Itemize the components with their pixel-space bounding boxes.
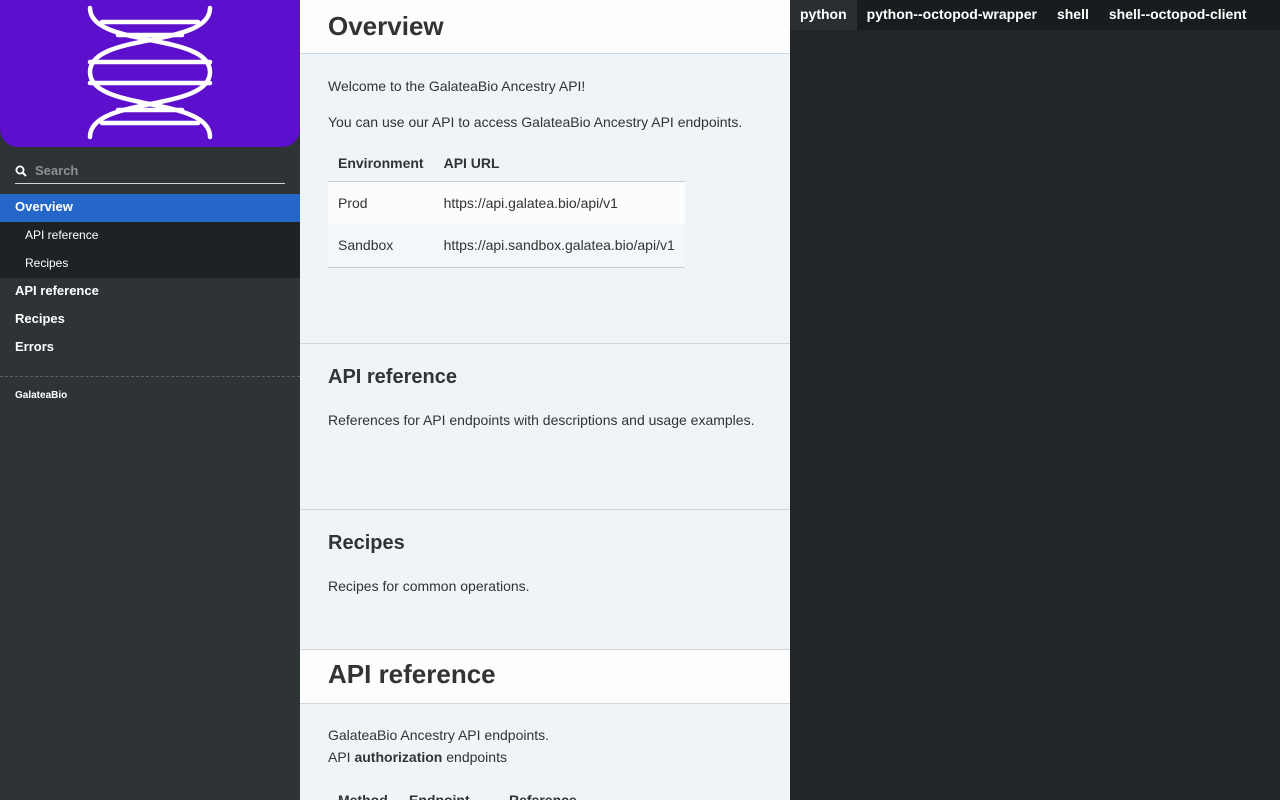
api-reference-section: GalateaBio Ancestry API endpoints. API a… — [300, 704, 790, 800]
table-header-row: Method Endpoint Reference — [328, 782, 587, 800]
logo[interactable] — [0, 0, 300, 147]
table-header: Reference — [509, 792, 577, 800]
api-reference-intro-section: API reference References for API endpoin… — [300, 343, 790, 509]
api-reference-header: API reference — [300, 649, 790, 704]
table-row: Sandbox https://api.sandbox.galatea.bio/… — [328, 224, 685, 267]
code-pane: python python--octopod-wrapper shell she… — [790, 0, 1280, 800]
line2-bold: authorization — [354, 749, 443, 765]
api-reference-line1: GalateaBio Ancestry API endpoints. — [328, 727, 550, 743]
api-reference-line2: API authorization endpoints — [328, 746, 762, 768]
section-title-api-reference: API reference — [328, 659, 496, 689]
section-heading-api-reference: API reference — [328, 366, 457, 388]
toc-item-errors[interactable]: Errors — [0, 334, 300, 362]
sidebar: Overview API reference Recipes API refer… — [0, 0, 300, 800]
endpoints-table: Method Endpoint Reference — [328, 782, 587, 800]
table-header: API URL — [443, 154, 500, 171]
table-header-row: Environment API URL — [328, 145, 685, 181]
dna-helix-logo-icon — [87, 5, 213, 140]
table-cell: https://api.sandbox.galatea.bio/api/v1 — [443, 237, 675, 254]
table-cell: https://api.galatea.bio/api/v1 — [443, 194, 618, 211]
search-icon — [15, 164, 27, 182]
tab-shell-octopod-client[interactable]: shell--octopod-client — [1099, 0, 1257, 30]
search-input[interactable] — [35, 159, 285, 181]
environment-table: Environment API URL Prod https://api.gal… — [328, 145, 685, 268]
tab-shell[interactable]: shell — [1047, 0, 1099, 30]
table-cell: Prod — [338, 194, 368, 211]
footer-brand[interactable]: GalateaBio — [15, 390, 67, 401]
recipes-description: Recipes for common operations. — [328, 578, 530, 594]
overview-section: Welcome to the GalateaBio Ancestry API! … — [300, 54, 790, 343]
overview-header: Overview — [300, 0, 790, 54]
line2-suffix: endpoints — [446, 749, 507, 765]
table-header: Environment — [338, 154, 424, 171]
table-cell: Sandbox — [338, 237, 394, 254]
main-content: Overview Welcome to the GalateaBio Ances… — [300, 0, 790, 800]
tab-python-octopod-wrapper[interactable]: python--octopod-wrapper — [857, 0, 1047, 30]
table-of-contents: Overview API reference Recipes API refer… — [0, 194, 300, 362]
toc-subitem-api-reference[interactable]: API reference — [0, 222, 300, 250]
search-box — [15, 159, 285, 184]
recipes-section: Recipes Recipes for common operations. — [300, 509, 790, 649]
sidebar-footer: GalateaBio — [0, 376, 300, 414]
page-title: Overview — [328, 11, 444, 41]
welcome-text: Welcome to the GalateaBio Ancestry API! — [328, 78, 586, 94]
toc-item-recipes[interactable]: Recipes — [0, 306, 300, 334]
api-reference-description: References for API endpoints with descri… — [328, 412, 755, 428]
line2-prefix: API — [328, 749, 351, 765]
table-header: Endpoint — [409, 792, 470, 800]
toc-subitem-recipes[interactable]: Recipes — [0, 250, 300, 278]
language-tabs: python python--octopod-wrapper shell she… — [790, 0, 1280, 30]
toc-item-overview[interactable]: Overview — [0, 194, 300, 222]
toc-item-api-reference[interactable]: API reference — [0, 278, 300, 306]
table-header: Method — [338, 792, 388, 800]
intro-text: You can use our API to access GalateaBio… — [328, 114, 743, 130]
toc-sublist: API reference Recipes — [0, 222, 300, 278]
section-heading-recipes: Recipes — [328, 532, 405, 554]
table-row: Prod https://api.galatea.bio/api/v1 — [328, 181, 685, 224]
tab-python[interactable]: python — [790, 0, 857, 30]
